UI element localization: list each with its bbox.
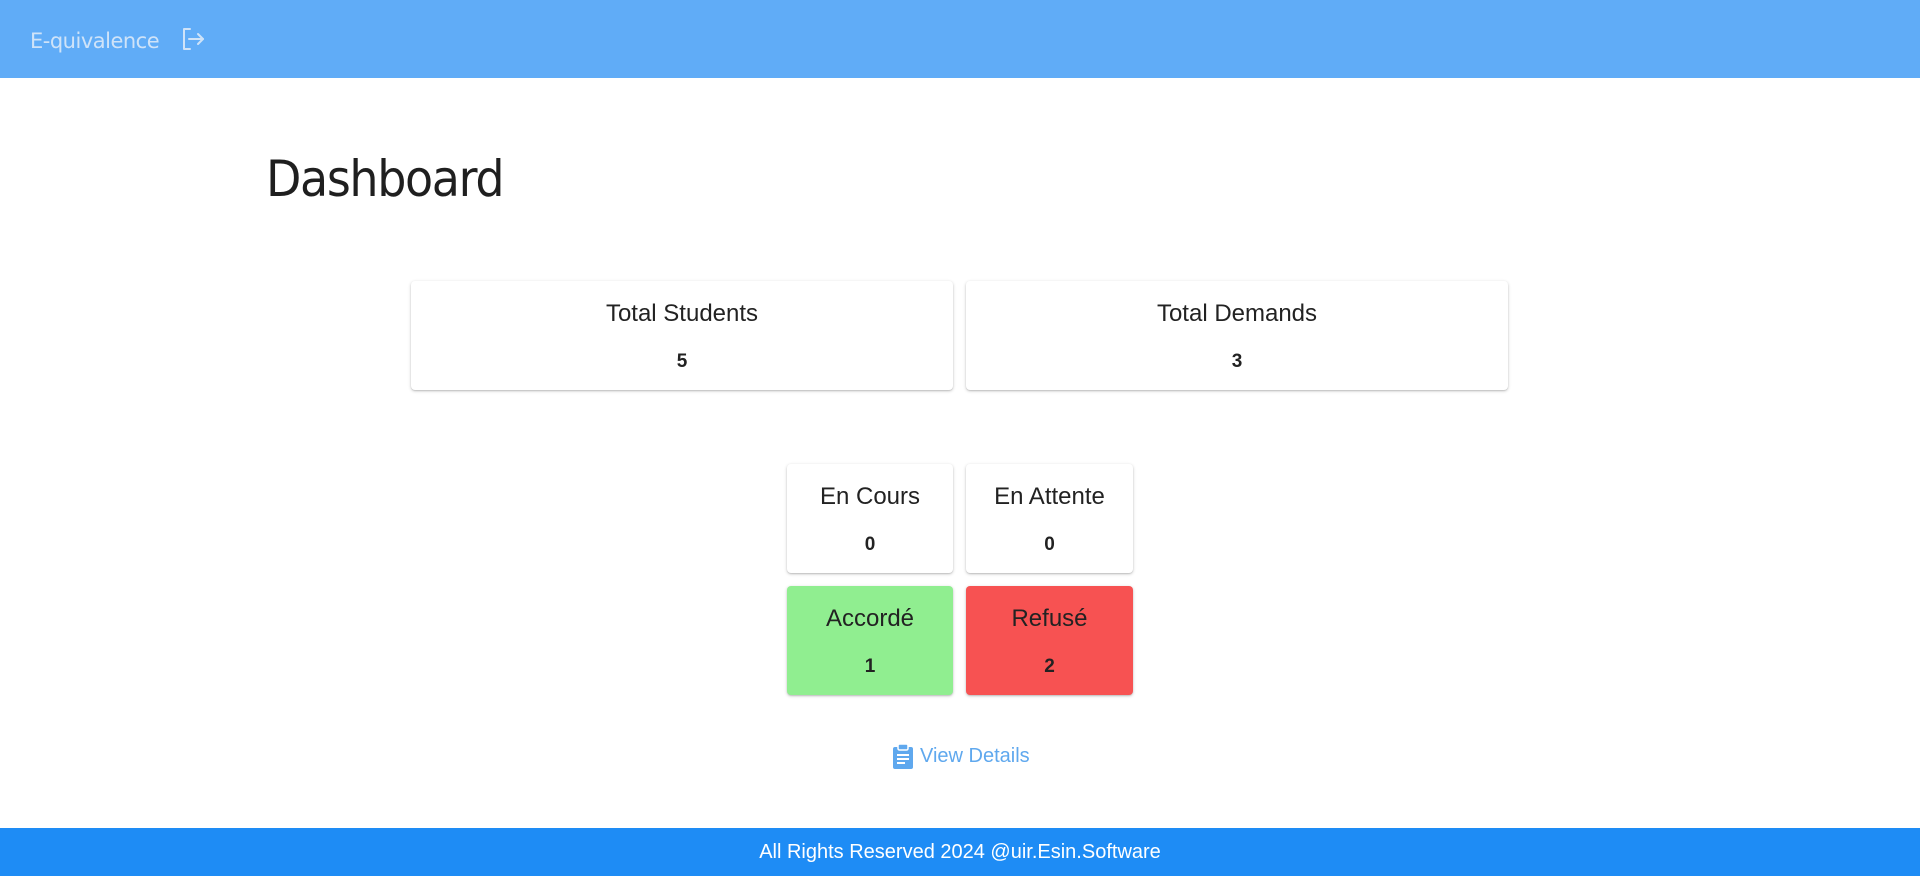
en-attente-value: 0: [1044, 534, 1055, 555]
logout-icon[interactable]: [179, 25, 207, 53]
total-demands-card: Total Demands 3: [966, 281, 1508, 390]
accorde-value: 1: [864, 656, 876, 677]
total-students-value: 5: [676, 351, 688, 372]
en-cours-label: En Cours: [819, 483, 921, 510]
footer-text: All Rights Reserved 2024 @uir.Esin.Softw…: [759, 840, 1161, 863]
refuse-card: Refusé 2: [966, 586, 1133, 695]
en-cours-value: 0: [864, 534, 876, 555]
total-demands-value: 3: [1231, 351, 1243, 372]
accorde-label: Accordé: [825, 605, 915, 632]
en-attente-label: En Attente: [994, 483, 1105, 510]
refuse-label: Refusé: [1011, 605, 1088, 632]
accorde-card: Accordé 1: [787, 586, 953, 695]
total-demands-label: Total Demands: [1156, 300, 1318, 327]
top-navbar: E-quivalence: [0, 0, 1920, 78]
brand-logo[interactable]: E-quivalence: [30, 29, 160, 53]
total-students-card: Total Students 5: [411, 281, 953, 390]
en-attente-card: En Attente 0: [966, 464, 1133, 573]
view-details-link[interactable]: View Details: [892, 742, 1030, 770]
clipboard-icon: [892, 742, 916, 770]
total-students-label: Total Students: [605, 300, 759, 327]
page-title: Dashboard: [266, 150, 505, 208]
view-details-label: View Details: [920, 744, 1030, 767]
en-cours-card: En Cours 0: [787, 464, 953, 573]
refuse-value: 2: [1044, 656, 1055, 677]
footer: All Rights Reserved 2024 @uir.Esin.Softw…: [0, 828, 1920, 876]
